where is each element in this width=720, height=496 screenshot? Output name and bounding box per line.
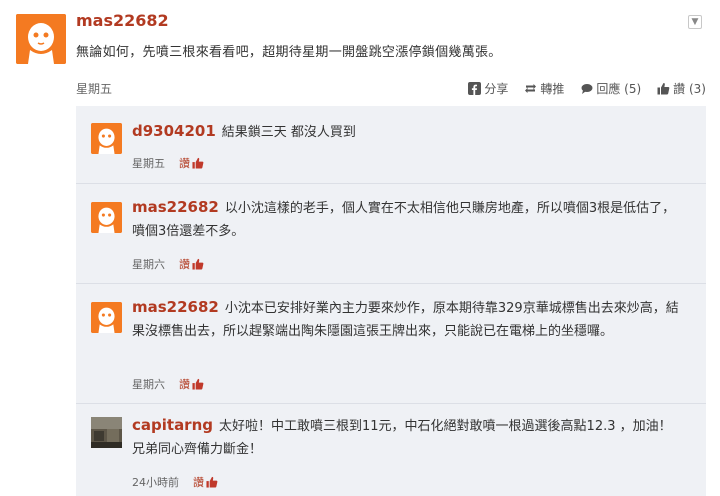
reply-author[interactable]: mas22682	[132, 198, 219, 216]
reply-like-label: 讚	[179, 157, 190, 170]
reply-meta: 星期五 讚	[132, 155, 204, 171]
reply-author[interactable]: mas22682	[132, 298, 219, 316]
reply-meta: 星期六 讚	[132, 256, 204, 272]
reply-item: capitarng 太好啦！中工敢噴三根到11元，中石化絕對敢噴一根過選後高點12…	[76, 404, 706, 496]
thumbs-up-icon	[192, 378, 204, 390]
repost-icon	[525, 84, 537, 93]
thumbs-up-icon	[657, 83, 670, 95]
reply-time: 24小時前	[132, 476, 179, 489]
reply-author[interactable]: capitarng	[132, 416, 213, 434]
avatar[interactable]	[91, 302, 122, 333]
photo-avatar-icon	[91, 417, 122, 448]
reply-body: mas22682 小沈本已安排好業內主力要來炒作，原本期待靠329京華城標售出去來…	[132, 296, 684, 343]
post-author[interactable]: mas22682	[76, 11, 169, 30]
like-button[interactable]: 讚 (3)	[657, 80, 706, 97]
reply-meta: 星期六 讚	[132, 376, 204, 392]
reply-like-button[interactable]: 讚	[179, 376, 204, 392]
avatar[interactable]	[16, 14, 66, 64]
mascot-avatar-icon	[91, 202, 122, 233]
reply-item: d9304201 結果鎖三天 都沒人買到 星期五 讚	[76, 106, 706, 183]
reply-body: mas22682 以小沈這樣的老手，個人實在不太相信他只賺房地產，所以噴個3根是低…	[132, 196, 684, 243]
chevron-down-icon[interactable]: ▼	[688, 15, 702, 29]
reply-item: mas22682 以小沈這樣的老手，個人實在不太相信他只賺房地產，所以噴個3根是低…	[76, 184, 706, 283]
avatar[interactable]	[91, 417, 122, 448]
reply-body: d9304201 結果鎖三天 都沒人買到	[132, 120, 684, 144]
mascot-avatar-icon	[91, 123, 122, 154]
reply-like-label: 讚	[179, 258, 190, 271]
thumbs-up-icon	[192, 258, 204, 270]
facebook-icon	[468, 82, 482, 95]
thumbs-up-icon	[192, 157, 204, 169]
reply-label: 回應 (5)	[596, 82, 642, 96]
repost-button[interactable]: 轉推	[524, 80, 564, 97]
like-label: 讚 (3)	[673, 82, 706, 96]
reply-time: 星期六	[132, 378, 165, 391]
reply-author[interactable]: d9304201	[132, 122, 216, 140]
reply-button[interactable]: 回應 (5)	[580, 80, 641, 97]
avatar[interactable]	[91, 202, 122, 233]
repost-label: 轉推	[540, 82, 565, 96]
post-actions: 分享 轉推 回應 (5) 讚 (3)	[468, 80, 706, 97]
reply-time: 星期五	[132, 157, 165, 170]
reply-text: 結果鎖三天 都沒人買到	[221, 125, 356, 140]
reply-meta: 24小時前 讚	[132, 474, 218, 490]
reply-item: mas22682 小沈本已安排好業內主力要來炒作，原本期待靠329京華城標售出去來…	[76, 284, 706, 403]
share-button[interactable]: 分享	[468, 80, 508, 97]
thumbs-up-icon	[206, 476, 218, 488]
reply-list: d9304201 結果鎖三天 都沒人買到 星期五 讚 mas22682 以小沈這…	[76, 106, 706, 496]
reply-like-label: 讚	[193, 476, 204, 489]
avatar[interactable]	[91, 123, 122, 154]
mascot-avatar-icon	[91, 302, 122, 333]
reply-time: 星期六	[132, 258, 165, 271]
reply-body: capitarng 太好啦！中工敢噴三根到11元，中石化絕對敢噴一根過選後高點12…	[132, 414, 684, 461]
reply-like-label: 讚	[179, 378, 190, 391]
main-post: mas22682 無論如何，先噴三根來看看吧，超期待星期一開盤跳空漲停鎖個幾萬張…	[0, 0, 720, 100]
post-time: 星期五	[76, 82, 113, 96]
mascot-avatar-icon	[16, 14, 66, 64]
reply-like-button[interactable]: 讚	[193, 474, 218, 490]
reply-like-button[interactable]: 讚	[179, 155, 204, 171]
post-meta: 星期五 分享 轉推 回應 (5) 讚 (3)	[76, 80, 712, 100]
comment-icon	[581, 84, 593, 94]
reply-like-button[interactable]: 讚	[179, 256, 204, 272]
share-label: 分享	[484, 82, 509, 96]
post-text: 無論如何，先噴三根來看看吧，超期待星期一開盤跳空漲停鎖個幾萬張。	[76, 45, 502, 60]
